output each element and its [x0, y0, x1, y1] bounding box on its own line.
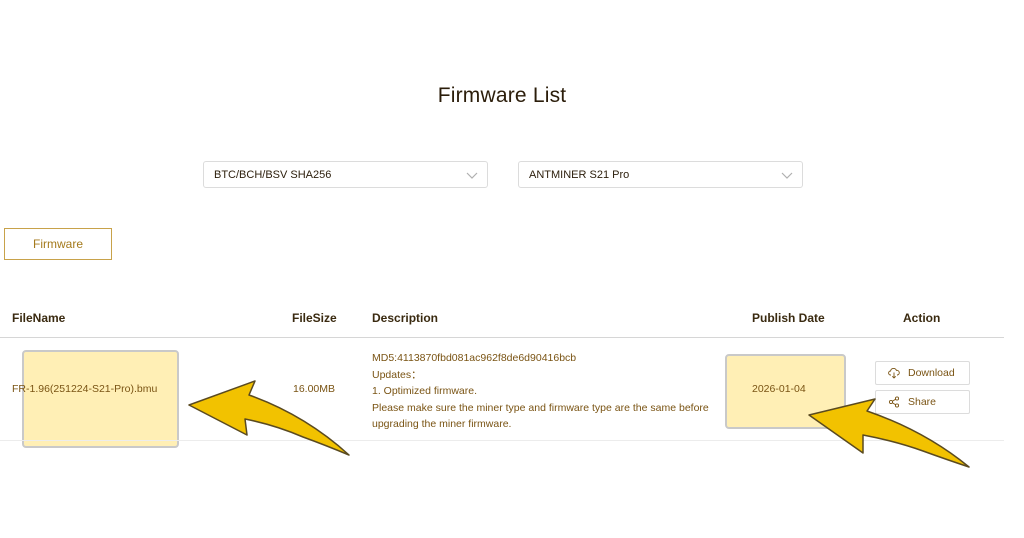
cloud-download-icon [888, 367, 900, 379]
column-header-filesize: FileSize [292, 311, 337, 325]
column-header-description: Description [372, 311, 439, 325]
download-button[interactable]: Download [875, 361, 970, 385]
description-warning: Please make sure the miner type and firm… [372, 401, 709, 414]
firmware-publish-date: 2026-01-04 [752, 383, 806, 395]
filename-highlight [22, 350, 179, 448]
column-header-filename: FileName [12, 311, 66, 325]
firmware-filename[interactable]: FR-1.96(251224-S21-Pro).bmu [12, 383, 157, 395]
description-updates-label: Updates： [372, 368, 422, 381]
chevron-down-icon [466, 172, 478, 179]
model-select-value: ANTMINER S21 Pro [529, 168, 630, 181]
download-button-label: Download [908, 367, 955, 379]
algorithm-select-value: BTC/BCH/BSV SHA256 [214, 168, 332, 181]
description-update-item: 1. Optimized firmware. [372, 385, 478, 397]
description-md5: MD5:4113870fbd081ac962f8de6d90416bcb [372, 352, 577, 364]
column-header-publish-date: Publish Date [752, 311, 825, 325]
table-header-divider [0, 337, 1004, 338]
page-title: Firmware List [437, 84, 567, 107]
tab-firmware[interactable]: Firmware [4, 228, 112, 260]
column-header-action: Action [903, 311, 941, 325]
chevron-down-icon [781, 172, 793, 179]
firmware-description: MD5:4113870fbd081ac962f8de6d90416bcb Upd… [372, 350, 732, 433]
model-select[interactable]: ANTMINER S21 Pro [518, 161, 803, 188]
algorithm-select[interactable]: BTC/BCH/BSV SHA256 [203, 161, 488, 188]
annotation-arrow-icon [808, 398, 970, 468]
description-warning-cont: upgrading the miner firmware. [372, 418, 512, 430]
annotation-arrow-icon [188, 380, 350, 456]
